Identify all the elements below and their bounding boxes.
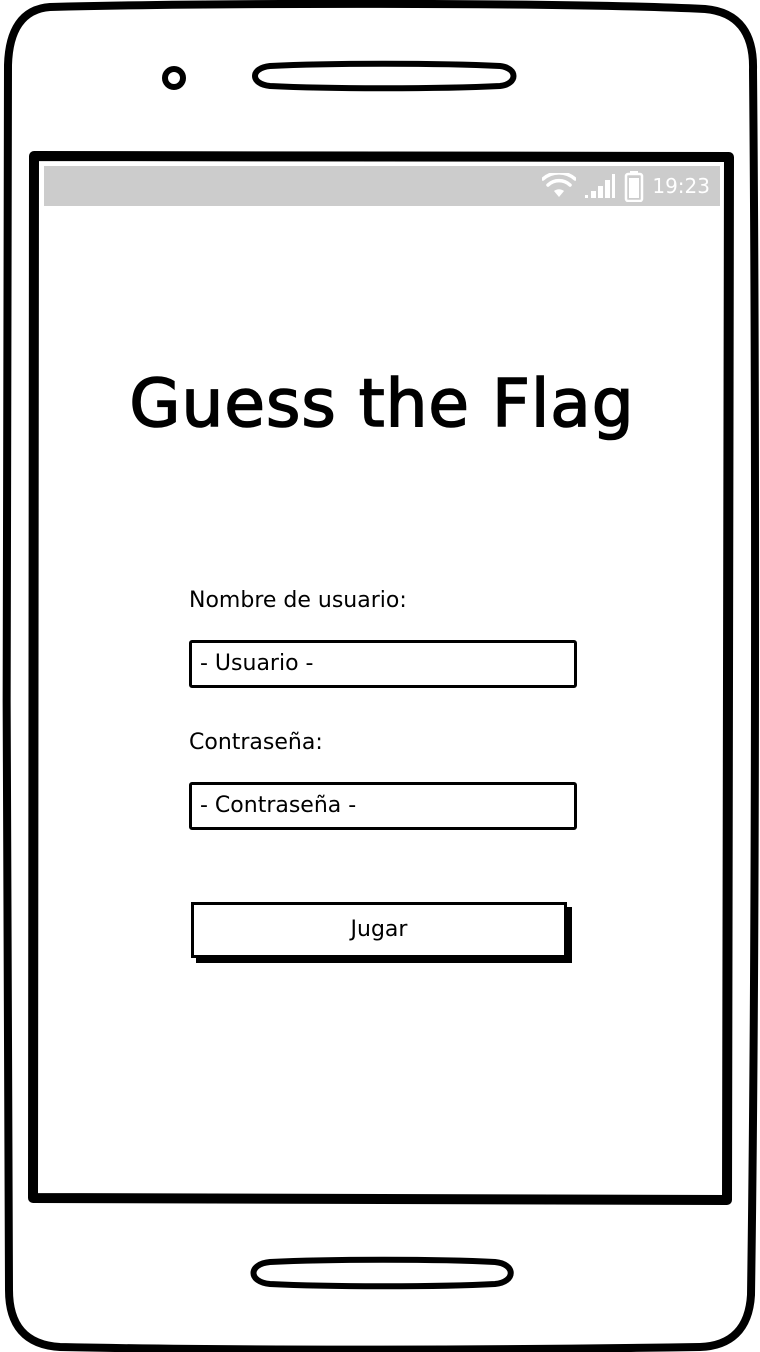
signal-icon (585, 174, 616, 198)
status-icons: 19:23 (542, 166, 710, 206)
username-input[interactable]: - Usuario - (189, 640, 577, 688)
username-label: Nombre de usuario: (189, 588, 407, 613)
earpiece-speaker (252, 60, 517, 92)
home-button (250, 1256, 514, 1290)
password-input[interactable]: - Contraseña - (189, 782, 577, 830)
password-label: Contraseña: (189, 730, 323, 755)
front-camera (162, 66, 186, 90)
phone-screen: 19:23 Guess the Flag Nombre de usuario: … (44, 166, 720, 1190)
status-bar: 19:23 (44, 166, 720, 206)
wifi-icon (542, 173, 577, 197)
app-title: Guess the Flag (129, 364, 635, 443)
battery-icon (625, 171, 644, 202)
status-time: 19:23 (652, 174, 710, 198)
play-button[interactable]: Jugar (191, 902, 567, 958)
